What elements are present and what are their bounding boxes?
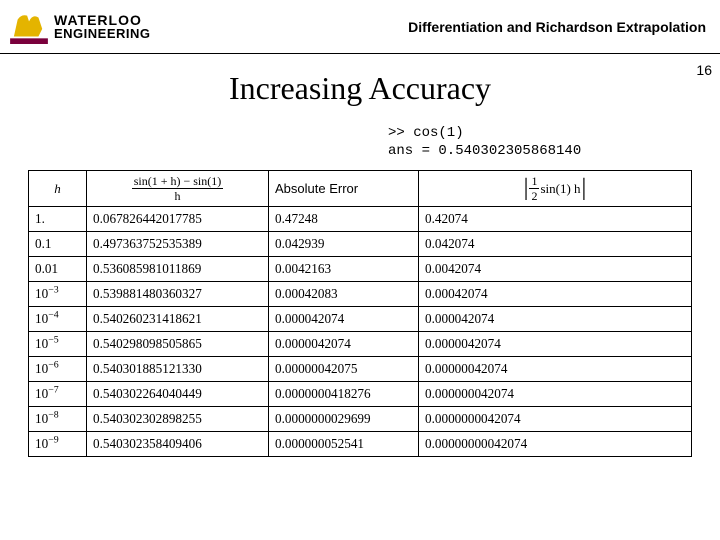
cell-abs-error: 0.0000042074	[269, 332, 419, 357]
cell-approx: 0.497363752535389	[87, 232, 269, 257]
cell-bound: 0.0000000042074	[419, 407, 692, 432]
cell-approx: 0.540260231418621	[87, 307, 269, 332]
cell-bound: 0.0042074	[419, 257, 692, 282]
f2-numerator: 1	[529, 175, 539, 189]
table-header-row: h sin(1 + h) − sin(1) h Absolute Error |…	[29, 171, 692, 207]
cell-h: 10−9	[29, 432, 87, 457]
cell-approx: 0.540302358409406	[87, 432, 269, 457]
logo-text: WATERLOO ENGINEERING	[54, 13, 151, 40]
table-container: h sin(1 + h) − sin(1) h Absolute Error |…	[0, 170, 720, 457]
cell-h: 10−4	[29, 307, 87, 332]
cell-approx: 0.539881480360327	[87, 282, 269, 307]
cell-approx: 0.540302302898255	[87, 407, 269, 432]
cell-bound: 0.000000042074	[419, 382, 692, 407]
cell-approx: 0.540298098505865	[87, 332, 269, 357]
logo-line2: ENGINEERING	[54, 27, 151, 40]
data-table: h sin(1 + h) − sin(1) h Absolute Error |…	[28, 170, 692, 457]
cell-bound: 0.0000042074	[419, 332, 692, 357]
col-abs-error: Absolute Error	[269, 171, 419, 207]
code-block: >> cos(1) ans = 0.540302305868140	[388, 125, 648, 160]
table-row: 1.0.0678264420177850.472480.42074	[29, 207, 692, 232]
cell-abs-error: 0.0000000418276	[269, 382, 419, 407]
cell-approx: 0.536085981011869	[87, 257, 269, 282]
cell-h: 10−8	[29, 407, 87, 432]
cell-approx: 0.067826442017785	[87, 207, 269, 232]
header: WATERLOO ENGINEERING Differentiation and…	[0, 0, 720, 54]
cell-abs-error: 0.00000042075	[269, 357, 419, 382]
page-number: 16	[696, 62, 712, 78]
cell-h: 1.	[29, 207, 87, 232]
cell-h: 10−3	[29, 282, 87, 307]
table-row: 10−80.5403023028982550.00000000296990.00…	[29, 407, 692, 432]
f2-rest: sin(1) h	[540, 181, 580, 197]
cell-bound: 0.42074	[419, 207, 692, 232]
cell-bound: 0.000042074	[419, 307, 692, 332]
cell-abs-error: 0.000042074	[269, 307, 419, 332]
cell-abs-error: 0.0000000029699	[269, 407, 419, 432]
col-formula-2: | 1 2 sin(1) h |	[419, 171, 692, 207]
cell-abs-error: 0.00042083	[269, 282, 419, 307]
cell-h: 0.01	[29, 257, 87, 282]
slide-subtitle: Differentiation and Richardson Extrapola…	[408, 19, 706, 35]
table-row: 10−70.5403022640404490.00000004182760.00…	[29, 382, 692, 407]
cell-approx: 0.540301885121330	[87, 357, 269, 382]
cell-h: 10−7	[29, 382, 87, 407]
cell-bound: 0.042074	[419, 232, 692, 257]
cell-h: 10−6	[29, 357, 87, 382]
cell-abs-error: 0.042939	[269, 232, 419, 257]
cell-bound: 0.00042074	[419, 282, 692, 307]
table-row: 10−50.5402980985058650.00000420740.00000…	[29, 332, 692, 357]
col-formula-1: sin(1 + h) − sin(1) h	[87, 171, 269, 207]
table-row: 10−60.5403018851213300.000000420750.0000…	[29, 357, 692, 382]
cell-abs-error: 0.47248	[269, 207, 419, 232]
cell-approx: 0.540302264040449	[87, 382, 269, 407]
f2-denominator: 2	[531, 189, 537, 202]
col-h: h	[29, 171, 87, 207]
logo-line1: WATERLOO	[54, 13, 151, 27]
code-line-2: ans = 0.540302305868140	[388, 143, 648, 161]
f1-denominator: h	[175, 189, 181, 202]
table-row: 10−90.5403023584094060.0000000525410.000…	[29, 432, 692, 457]
table-row: 0.10.4973637525353890.0429390.042074	[29, 232, 692, 257]
cell-abs-error: 0.0042163	[269, 257, 419, 282]
table-row: 10−40.5402602314186210.0000420740.000042…	[29, 307, 692, 332]
cell-bound: 0.00000000042074	[419, 432, 692, 457]
cell-h: 10−5	[29, 332, 87, 357]
page-title: Increasing Accuracy	[0, 70, 720, 107]
table-row: 10−30.5398814803603270.000420830.0004207…	[29, 282, 692, 307]
f1-numerator: sin(1 + h) − sin(1)	[132, 175, 224, 189]
code-line-1: >> cos(1)	[388, 125, 648, 143]
table-row: 0.010.5360859810118690.00421630.0042074	[29, 257, 692, 282]
cell-abs-error: 0.000000052541	[269, 432, 419, 457]
cell-bound: 0.00000042074	[419, 357, 692, 382]
logo: WATERLOO ENGINEERING	[10, 10, 151, 44]
cell-h: 0.1	[29, 232, 87, 257]
waterloo-logo-icon	[10, 10, 48, 44]
